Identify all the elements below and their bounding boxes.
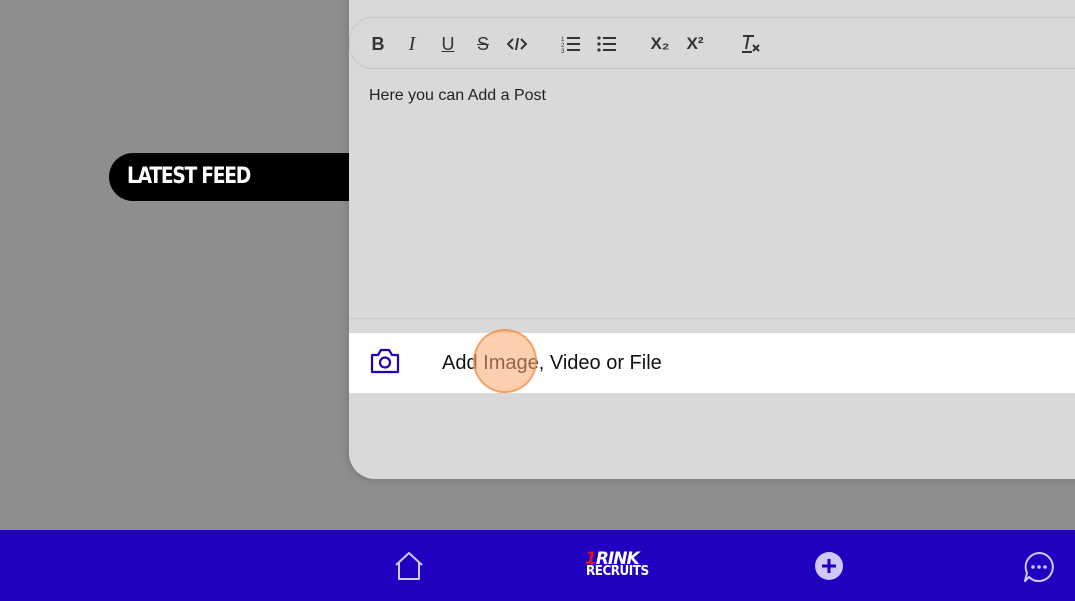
editor-divider <box>349 318 1075 319</box>
camera-icon <box>369 347 401 380</box>
ordered-list-icon[interactable]: 123 <box>561 32 581 56</box>
latest-feed-title: LATEST FEED <box>127 164 251 189</box>
editor-toolbar: B I U S 123 X₂ X² <box>349 17 1075 69</box>
underline-button[interactable]: U <box>438 32 458 56</box>
add-media-button[interactable]: Add Image, Video or File <box>349 333 1075 393</box>
plus-circle-icon[interactable] <box>814 551 844 586</box>
superscript-button[interactable]: X² <box>685 32 705 56</box>
post-body-text[interactable]: Here you can Add a Post <box>369 87 546 105</box>
logo-bottom-text: RECRUITS <box>586 564 649 579</box>
strikethrough-button[interactable]: S <box>473 32 493 56</box>
logo[interactable]: 1RINK RECRUITS <box>585 549 655 583</box>
home-icon[interactable] <box>393 550 425 587</box>
tap-indicator <box>473 329 537 393</box>
bold-button[interactable]: B <box>368 32 388 56</box>
chat-icon[interactable] <box>1023 551 1055 588</box>
code-icon[interactable] <box>507 32 527 56</box>
clear-format-icon[interactable] <box>740 32 762 56</box>
bullet-list-icon[interactable] <box>597 32 617 56</box>
italic-button[interactable]: I <box>402 32 422 56</box>
svg-text:3: 3 <box>561 49 565 53</box>
subscript-button[interactable]: X₂ <box>650 32 670 56</box>
bottom-nav: 1RINK RECRUITS <box>0 530 1075 601</box>
post-editor-panel: B I U S 123 X₂ X² Here you can Add a Pos… <box>349 0 1075 479</box>
